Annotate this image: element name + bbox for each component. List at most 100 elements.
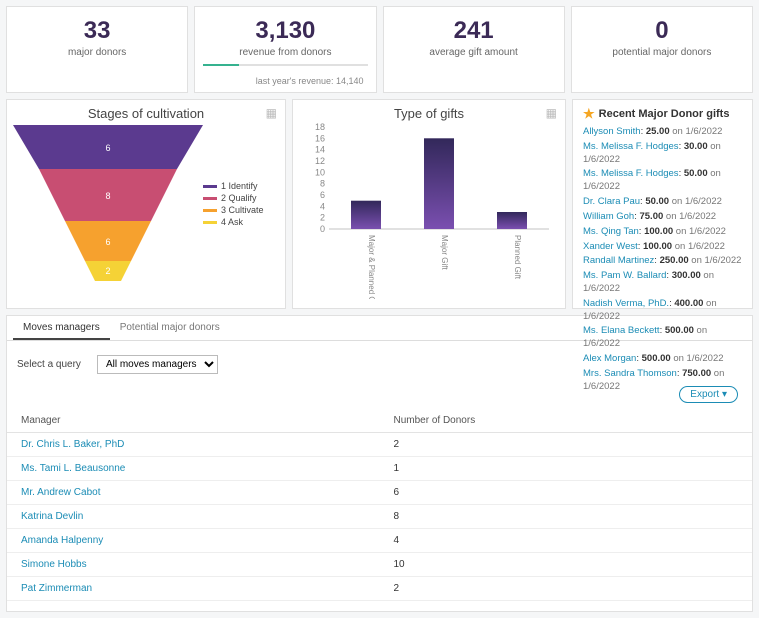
gift-amount: 500.00 bbox=[642, 353, 671, 364]
svg-text:10: 10 bbox=[315, 167, 325, 177]
kpi-sub: last year's revenue: 14,140 bbox=[203, 76, 367, 86]
manager-link[interactable]: Simone Hobbs bbox=[7, 553, 380, 577]
gift-amount: 250.00 bbox=[660, 255, 689, 266]
gift-item: Mrs. Sandra Thomson: 750.00 on 1/6/2022 bbox=[583, 368, 742, 394]
gift-amount: 400.00 bbox=[674, 298, 703, 309]
gift-amount: 50.00 bbox=[645, 196, 669, 207]
manager-link[interactable]: Ms. Tami L. Beausonne bbox=[7, 457, 380, 481]
legend-item: 2 Qualify bbox=[221, 193, 257, 203]
gift-donor-link[interactable]: Alex Morgan bbox=[583, 353, 636, 364]
manager-link[interactable]: Katrina Devlin bbox=[7, 505, 380, 529]
manager-link[interactable]: Pat Zimmerman bbox=[7, 577, 380, 601]
gift-item: Allyson Smith: 25.00 on 1/6/2022 bbox=[583, 126, 742, 139]
kpi-value: 241 bbox=[392, 17, 556, 45]
svg-text:6: 6 bbox=[105, 237, 110, 247]
funnel-panel: Stages of cultivation ▦ 6 8 6 2 1 Identi… bbox=[6, 99, 286, 309]
svg-text:6: 6 bbox=[105, 143, 110, 153]
manager-link[interactable]: Dr. Chris L. Baker, PhD bbox=[7, 433, 380, 457]
donor-count: 10 bbox=[380, 553, 753, 577]
gift-item: Alex Morgan: 500.00 on 1/6/2022 bbox=[583, 353, 742, 366]
kpi-label: potential major donors bbox=[580, 47, 744, 58]
table-row: Simone Hobbs10 bbox=[7, 553, 752, 577]
gift-donor-link[interactable]: William Goh bbox=[583, 211, 634, 222]
table-row: Dr. Chris L. Baker, PhD2 bbox=[7, 433, 752, 457]
gift-item: Ms. Melissa F. Hodges: 30.00 on 1/6/2022 bbox=[583, 141, 742, 167]
legend-item: 1 Identify bbox=[221, 181, 258, 191]
svg-text:0: 0 bbox=[320, 224, 325, 234]
gift-item: Nadish Verma, PhD.: 400.00 on 1/6/2022 bbox=[583, 298, 742, 324]
table-row: Katrina Devlin8 bbox=[7, 505, 752, 529]
kpi-revenue: 3,130 revenue from donors last year's re… bbox=[194, 6, 376, 93]
gift-amount: 100.00 bbox=[643, 241, 672, 252]
col-donor-count[interactable]: Number of Donors bbox=[380, 409, 753, 433]
gift-donor-link[interactable]: Mrs. Sandra Thomson bbox=[583, 368, 677, 379]
legend-item: 4 Ask bbox=[221, 217, 243, 227]
funnel-chart: 6 8 6 2 bbox=[13, 125, 203, 295]
gift-date: on 1/6/2022 bbox=[673, 226, 726, 237]
svg-text:Planned Gift: Planned Gift bbox=[513, 235, 522, 280]
recent-gifts-list: Allyson Smith: 25.00 on 1/6/2022 Ms. Meli… bbox=[583, 126, 742, 393]
kpi-value: 33 bbox=[15, 17, 179, 45]
table-row: Pat Zimmerman2 bbox=[7, 577, 752, 601]
query-select[interactable]: All moves managers bbox=[97, 355, 218, 374]
gift-donor-link[interactable]: Ms. Pam W. Ballard bbox=[583, 270, 666, 281]
col-manager[interactable]: Manager bbox=[7, 409, 380, 433]
gift-donor-link[interactable]: Xander West bbox=[583, 241, 638, 252]
gift-item: William Goh: 75.00 on 1/6/2022 bbox=[583, 211, 742, 224]
svg-text:16: 16 bbox=[315, 133, 325, 143]
kpi-label: revenue from donors bbox=[203, 47, 367, 58]
gift-date: on 1/6/2022 bbox=[689, 255, 742, 266]
gift-item: Randall Martinez: 250.00 on 1/6/2022 bbox=[583, 255, 742, 268]
gift-donor-link[interactable]: Ms. Melissa F. Hodges bbox=[583, 141, 679, 152]
gift-amount: 500.00 bbox=[665, 325, 694, 336]
donor-count: 1 bbox=[380, 457, 753, 481]
donor-count: 2 bbox=[380, 433, 753, 457]
donor-count: 8 bbox=[380, 505, 753, 529]
manager-link[interactable]: Mr. Andrew Cabot bbox=[7, 481, 380, 505]
svg-text:2: 2 bbox=[320, 213, 325, 223]
gift-donor-link[interactable]: Dr. Clara Pau bbox=[583, 196, 640, 207]
gift-amount: 50.00 bbox=[684, 168, 708, 179]
kpi-row: 33 major donors 3,130 revenue from donor… bbox=[6, 6, 753, 93]
data-table-icon[interactable]: ▦ bbox=[546, 106, 557, 120]
kpi-value: 0 bbox=[580, 17, 744, 45]
gift-donor-link[interactable]: Ms. Qing Tan bbox=[583, 226, 639, 237]
funnel-title: Stages of cultivation bbox=[7, 100, 285, 123]
kpi-label: major donors bbox=[15, 47, 179, 58]
gift-donor-link[interactable]: Nadish Verma, PhD. bbox=[583, 298, 669, 309]
svg-text:Major & Planned Gift: Major & Planned Gift bbox=[367, 235, 376, 299]
svg-text:8: 8 bbox=[320, 179, 325, 189]
svg-text:12: 12 bbox=[315, 156, 325, 166]
recent-gifts-title: ★ Recent Major Donor gifts bbox=[583, 106, 742, 122]
bar-panel: Type of gifts ▦ 0 2 4 6 8 10 12 bbox=[292, 99, 566, 309]
svg-text:18: 18 bbox=[315, 123, 325, 132]
gift-amount: 100.00 bbox=[644, 226, 673, 237]
kpi-label: average gift amount bbox=[392, 47, 556, 58]
svg-text:Major Gift: Major Gift bbox=[440, 235, 449, 270]
tab-potential-major-donors[interactable]: Potential major donors bbox=[110, 316, 230, 340]
kpi-potential: 0 potential major donors bbox=[571, 6, 753, 93]
gift-item: Ms. Qing Tan: 100.00 on 1/6/2022 bbox=[583, 226, 742, 239]
manager-link[interactable]: Amanda Halpenny bbox=[7, 529, 380, 553]
gift-amount: 750.00 bbox=[682, 368, 711, 379]
data-table-icon[interactable]: ▦ bbox=[266, 106, 277, 120]
recent-gifts-panel: ★ Recent Major Donor gifts Allyson Smith… bbox=[572, 99, 753, 309]
gift-date: on 1/6/2022 bbox=[672, 241, 725, 252]
gift-donor-link[interactable]: Ms. Elana Beckett bbox=[583, 325, 660, 336]
star-icon: ★ bbox=[583, 106, 595, 122]
gift-item: Ms. Pam W. Ballard: 300.00 on 1/6/2022 bbox=[583, 270, 742, 296]
svg-text:14: 14 bbox=[315, 145, 325, 155]
gift-donor-link[interactable]: Randall Martinez bbox=[583, 255, 654, 266]
donor-count: 6 bbox=[380, 481, 753, 505]
svg-text:6: 6 bbox=[320, 190, 325, 200]
gift-donor-link[interactable]: Allyson Smith bbox=[583, 126, 641, 137]
gift-item: Dr. Clara Pau: 50.00 on 1/6/2022 bbox=[583, 196, 742, 209]
gift-date: on 1/6/2022 bbox=[669, 196, 722, 207]
gift-date: on 1/6/2022 bbox=[670, 126, 723, 137]
funnel-legend: 1 Identify 2 Qualify 3 Cultivate 4 Ask bbox=[203, 125, 264, 295]
bar-title: Type of gifts bbox=[293, 100, 565, 123]
svg-text:8: 8 bbox=[105, 191, 110, 201]
gift-donor-link[interactable]: Ms. Melissa F. Hodges bbox=[583, 168, 679, 179]
tab-moves-managers[interactable]: Moves managers bbox=[13, 316, 110, 340]
gift-amount: 75.00 bbox=[639, 211, 663, 222]
